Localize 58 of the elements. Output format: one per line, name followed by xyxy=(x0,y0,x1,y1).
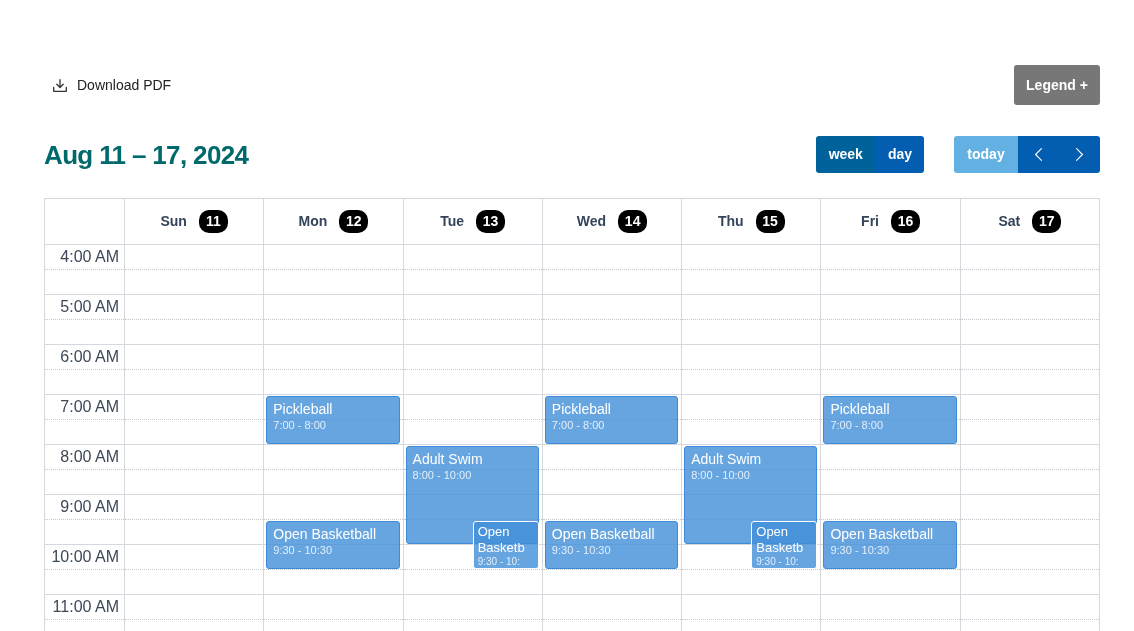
time-label: 10:00 AM xyxy=(51,549,119,565)
date-badge: 12 xyxy=(339,210,369,233)
event-title: Open Basketball xyxy=(273,525,377,543)
time-label: 8:00 AM xyxy=(60,449,119,465)
event-block[interactable]: Open Basketb 9:30 - 10: xyxy=(751,521,818,569)
event-block[interactable]: Open Basketball 9:30 - 10:30 xyxy=(823,521,957,569)
event-title: Adult Swim xyxy=(412,450,484,468)
event-block[interactable]: Pickleball 7:00 - 8:00 xyxy=(266,396,400,444)
time-label: 9:00 AM xyxy=(60,499,119,515)
legend-button[interactable]: Legend + xyxy=(1014,65,1100,105)
next-button[interactable] xyxy=(1059,136,1100,173)
date-badge: 14 xyxy=(618,210,648,233)
event-title: Adult Swim xyxy=(691,450,763,468)
event-time: 9:30 - 10:30 xyxy=(273,543,333,557)
time-label: 4:00 AM xyxy=(60,249,119,265)
event-time: 9:30 - 10: xyxy=(756,556,800,568)
event-time: 8:00 - 10:00 xyxy=(412,468,473,482)
event-time: 7:00 - 8:00 xyxy=(830,418,884,432)
day-name: Sat xyxy=(998,212,1021,231)
chevron-left-icon xyxy=(1035,148,1042,161)
event-block[interactable]: Open Basketb 9:30 - 10: xyxy=(472,521,539,569)
day-name: Mon xyxy=(298,212,328,231)
event-block[interactable]: Pickleball 7:00 - 8:00 xyxy=(823,396,957,444)
date-badge: 15 xyxy=(755,210,785,233)
day-name: Sun xyxy=(160,212,187,231)
download-icon xyxy=(53,78,67,92)
date-badge: 17 xyxy=(1032,210,1062,233)
time-label: 5:00 AM xyxy=(60,299,119,315)
time-label: 7:00 AM xyxy=(60,399,119,415)
view-button[interactable]: week xyxy=(815,136,876,173)
time-label: 6:00 AM xyxy=(60,349,119,365)
event-block[interactable]: Pickleball 7:00 - 8:00 xyxy=(544,396,679,444)
date-range-title: Aug 11 – 17, 2024 xyxy=(44,141,249,168)
date-badge: 13 xyxy=(476,210,506,233)
day-name: Fri xyxy=(861,212,879,231)
date-badge: 16 xyxy=(891,210,920,233)
day-name: Thu xyxy=(717,212,744,231)
event-title: Pickleball xyxy=(830,400,891,418)
event-time: 7:00 - 8:00 xyxy=(551,418,606,432)
event-title: Pickleball xyxy=(273,400,334,418)
event-title: Open Basketball xyxy=(830,525,935,543)
date-badge: 11 xyxy=(198,210,228,233)
event-title: Pickleball xyxy=(551,400,612,418)
day-name: Wed xyxy=(576,212,607,231)
event-time: 8:00 - 10:00 xyxy=(691,468,751,482)
event-title: Open Basketball xyxy=(551,525,656,543)
time-label: 11:00 AM xyxy=(52,599,119,615)
view-button[interactable]: day xyxy=(875,136,924,173)
event-time: 7:00 - 8:00 xyxy=(273,418,327,432)
event-time: 9:30 - 10: xyxy=(477,556,521,568)
event-block[interactable]: Open Basketball 9:30 - 10:30 xyxy=(544,521,679,569)
event-block[interactable]: Open Basketball 9:30 - 10:30 xyxy=(266,521,400,569)
download-pdf-link[interactable]: Download PDF xyxy=(53,74,172,96)
previous-button[interactable] xyxy=(1018,136,1059,173)
day-name: Tue xyxy=(440,212,465,231)
event-time: 9:30 - 10:30 xyxy=(830,543,891,557)
chevron-right-icon xyxy=(1076,148,1083,161)
event-time: 9:30 - 10:30 xyxy=(551,543,612,557)
